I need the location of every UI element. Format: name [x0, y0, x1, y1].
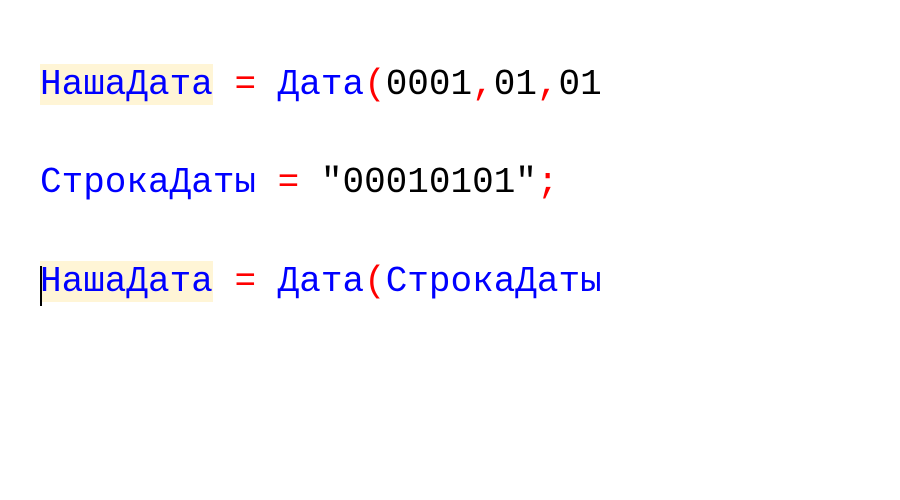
semicolon: ;	[537, 162, 559, 203]
variable-argument: СтрокаДаты	[386, 261, 602, 302]
code-line-3[interactable]: НашаДата = Дата(СтрокаДаты	[40, 257, 860, 307]
string-literal: "00010101"	[321, 162, 537, 203]
paren-open: (	[364, 261, 386, 302]
function-name: Дата	[278, 64, 364, 105]
paren-open: (	[364, 64, 386, 105]
variable: СтрокаДаты	[40, 162, 256, 203]
number-literal: 0001	[386, 64, 472, 105]
number-literal: 01	[494, 64, 537, 105]
comma: ,	[472, 64, 494, 105]
space	[299, 162, 321, 203]
space	[213, 261, 235, 302]
code-line-2[interactable]: СтрокаДаты = "00010101";	[40, 158, 860, 208]
space	[256, 64, 278, 105]
text-cursor	[40, 266, 42, 306]
operator-equals: =	[278, 162, 300, 203]
space	[256, 162, 278, 203]
code-line-1[interactable]: НашаДата = Дата(0001,01,01	[40, 60, 860, 110]
function-name: Дата	[278, 261, 364, 302]
operator-equals: =	[234, 261, 256, 302]
number-literal: 01	[559, 64, 602, 105]
space	[213, 64, 235, 105]
comma: ,	[537, 64, 559, 105]
code-editor[interactable]: НашаДата = Дата(0001,01,01 СтрокаДаты = …	[40, 60, 860, 440]
space	[256, 261, 278, 302]
variable: НашаДата	[40, 261, 213, 302]
variable: НашаДата	[40, 64, 213, 105]
operator-equals: =	[234, 64, 256, 105]
